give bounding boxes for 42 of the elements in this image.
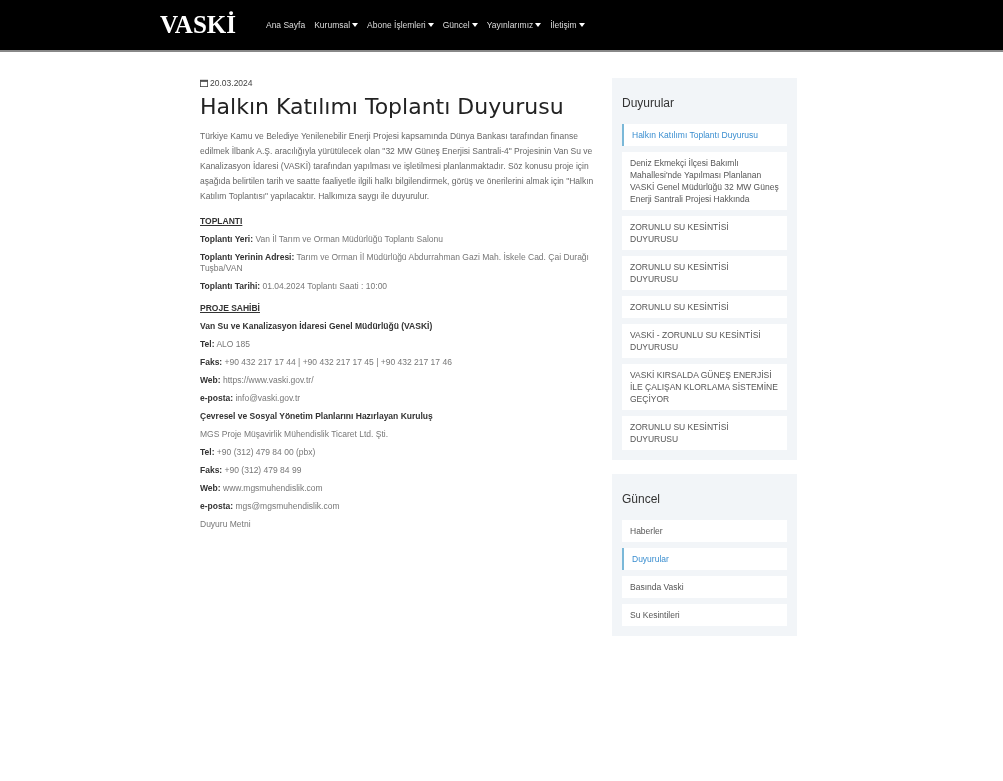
info-line: Toplantı Yerinin Adresi: Tarım ve Orman İl Müdürlüğü Abdurrahman Gazi Mah. İskele Cad. Çai Durağı Tuşba/VAN xyxy=(200,252,590,274)
sidebar-item[interactable]: Haberler xyxy=(622,520,787,542)
sidebar-item[interactable]: Su Kesintileri xyxy=(622,604,787,626)
sidebar-item[interactable]: ZORUNLU SU KESİNTİSİ DUYURUSU xyxy=(622,216,787,250)
info-heading: Çevresel ve Sosyal Yönetim Planlarını Hazırlayan Kuruluş xyxy=(200,411,434,422)
nav-link[interactable]: İletişim xyxy=(550,20,585,30)
nav-link[interactable]: Abone İşlemleri xyxy=(367,20,434,30)
info-line: Duyuru Metni xyxy=(200,519,252,530)
sidebar-item[interactable]: Deniz Ekmekçi İlçesi Bakımlı Mahallesi'nde Yapılması Planlanan VASKİ Genel Müdürlüğü 32 MW Güneş Enerji Santrali Projesi Hakkında xyxy=(622,152,787,210)
info-heading: Van Su ve Kanalizasyon İdaresi Genel Müdürlüğü (VASKİ) xyxy=(200,321,434,332)
paragraph: Türkiye Kamu ve Belediye Yenilenebilir Enerji Projesi kapsamında Dünya Bankası tarafından finanse edilmek İlbank A.Ş. aracılığıyla yürütülecek olan "32 MW Güneş Enerjisi Santrali-4" Projesinin Van Su ve Kanalizasyon İdaresi (VASKİ) tarafından yapılması ve işletilmesi planlanmaktadır. Söz konusu proje için aşağıda belirtilen tarih ve saatte faaliyetle ilgili halkı bilgilendirmek, görüş ve önerilerini almak için "Halkın Katılım Toplantısı" yapılacaktır. Halkımıza saygı ile duyurulur. xyxy=(200,130,595,203)
info-line: e-posta: info@vaski.gov.tr xyxy=(200,393,302,404)
date: 20.03.2024 xyxy=(210,78,253,88)
nav-link[interactable]: Ana Sayfa xyxy=(265,20,306,30)
section-heading: TOPLANTI xyxy=(200,216,244,226)
info-line: Web: https://www.vaski.gov.tr/ xyxy=(200,375,315,386)
sidebar-item[interactable]: Basında Vaski xyxy=(622,576,787,598)
info-line: Web: www.mgsmuhendislik.com xyxy=(200,483,324,494)
article-title: Halkın Katılımı Toplantı Duyurusu xyxy=(200,94,565,119)
panel-title: Güncel xyxy=(622,491,662,508)
logo[interactable]: VASKİ xyxy=(160,11,236,39)
section-heading: PROJE SAHİBİ xyxy=(200,303,261,313)
calendar-icon xyxy=(200,79,208,87)
sidebar-item[interactable]: Halkın Katılımı Toplantı Duyurusu xyxy=(622,124,787,146)
info-line: Faks: +90 (312) 479 84 99 xyxy=(200,465,303,476)
info-line: Tel: ALO 185 xyxy=(200,339,251,350)
sidebar-item[interactable]: Duyurular xyxy=(622,548,787,570)
sidebar-item[interactable]: ZORUNLU SU KESİNTİSİ xyxy=(622,296,787,318)
nav-link[interactable]: Güncel xyxy=(442,20,478,30)
info-line: Tel: +90 (312) 479 84 00 (pbx) xyxy=(200,447,317,458)
info-line: MGS Proje Müşavirlik Mühendislik Ticaret Ltd. Şti. xyxy=(200,429,389,440)
info-line: Faks: +90 432 217 17 44 | +90 432 217 17 45 | +90 432 217 17 46 xyxy=(200,357,453,368)
info-line: Toplantı Yeri: Van İl Tarım ve Orman Müdürlüğü Toplantı Salonu xyxy=(200,234,444,245)
nav-link[interactable]: Yayınlarımız xyxy=(486,20,542,30)
sidebar-item[interactable]: VASKİ KIRSALDA GÜNEŞ ENERJİSİ İLE ÇALIŞAN KLORLAMA SİSTEMİNE GEÇİYOR xyxy=(622,364,787,410)
info-line: Toplantı Tarihi: 01.04.2024 Toplantı Saati : 10:00 xyxy=(200,281,389,292)
sidebar-item[interactable]: ZORUNLU SU KESİNTİSİ DUYURUSU xyxy=(622,416,787,450)
sidebar-item[interactable]: ZORUNLU SU KESİNTİSİ DUYURUSU xyxy=(622,256,787,290)
sidebar-item[interactable]: VASKİ - ZORUNLU SU KESİNTİSİ DUYURUSU xyxy=(622,324,787,358)
info-line: e-posta: mgs@mgsmuhendislik.com xyxy=(200,501,341,512)
nav-link[interactable]: Kurumsal xyxy=(314,20,359,30)
panel-title: Duyurular xyxy=(622,95,676,112)
